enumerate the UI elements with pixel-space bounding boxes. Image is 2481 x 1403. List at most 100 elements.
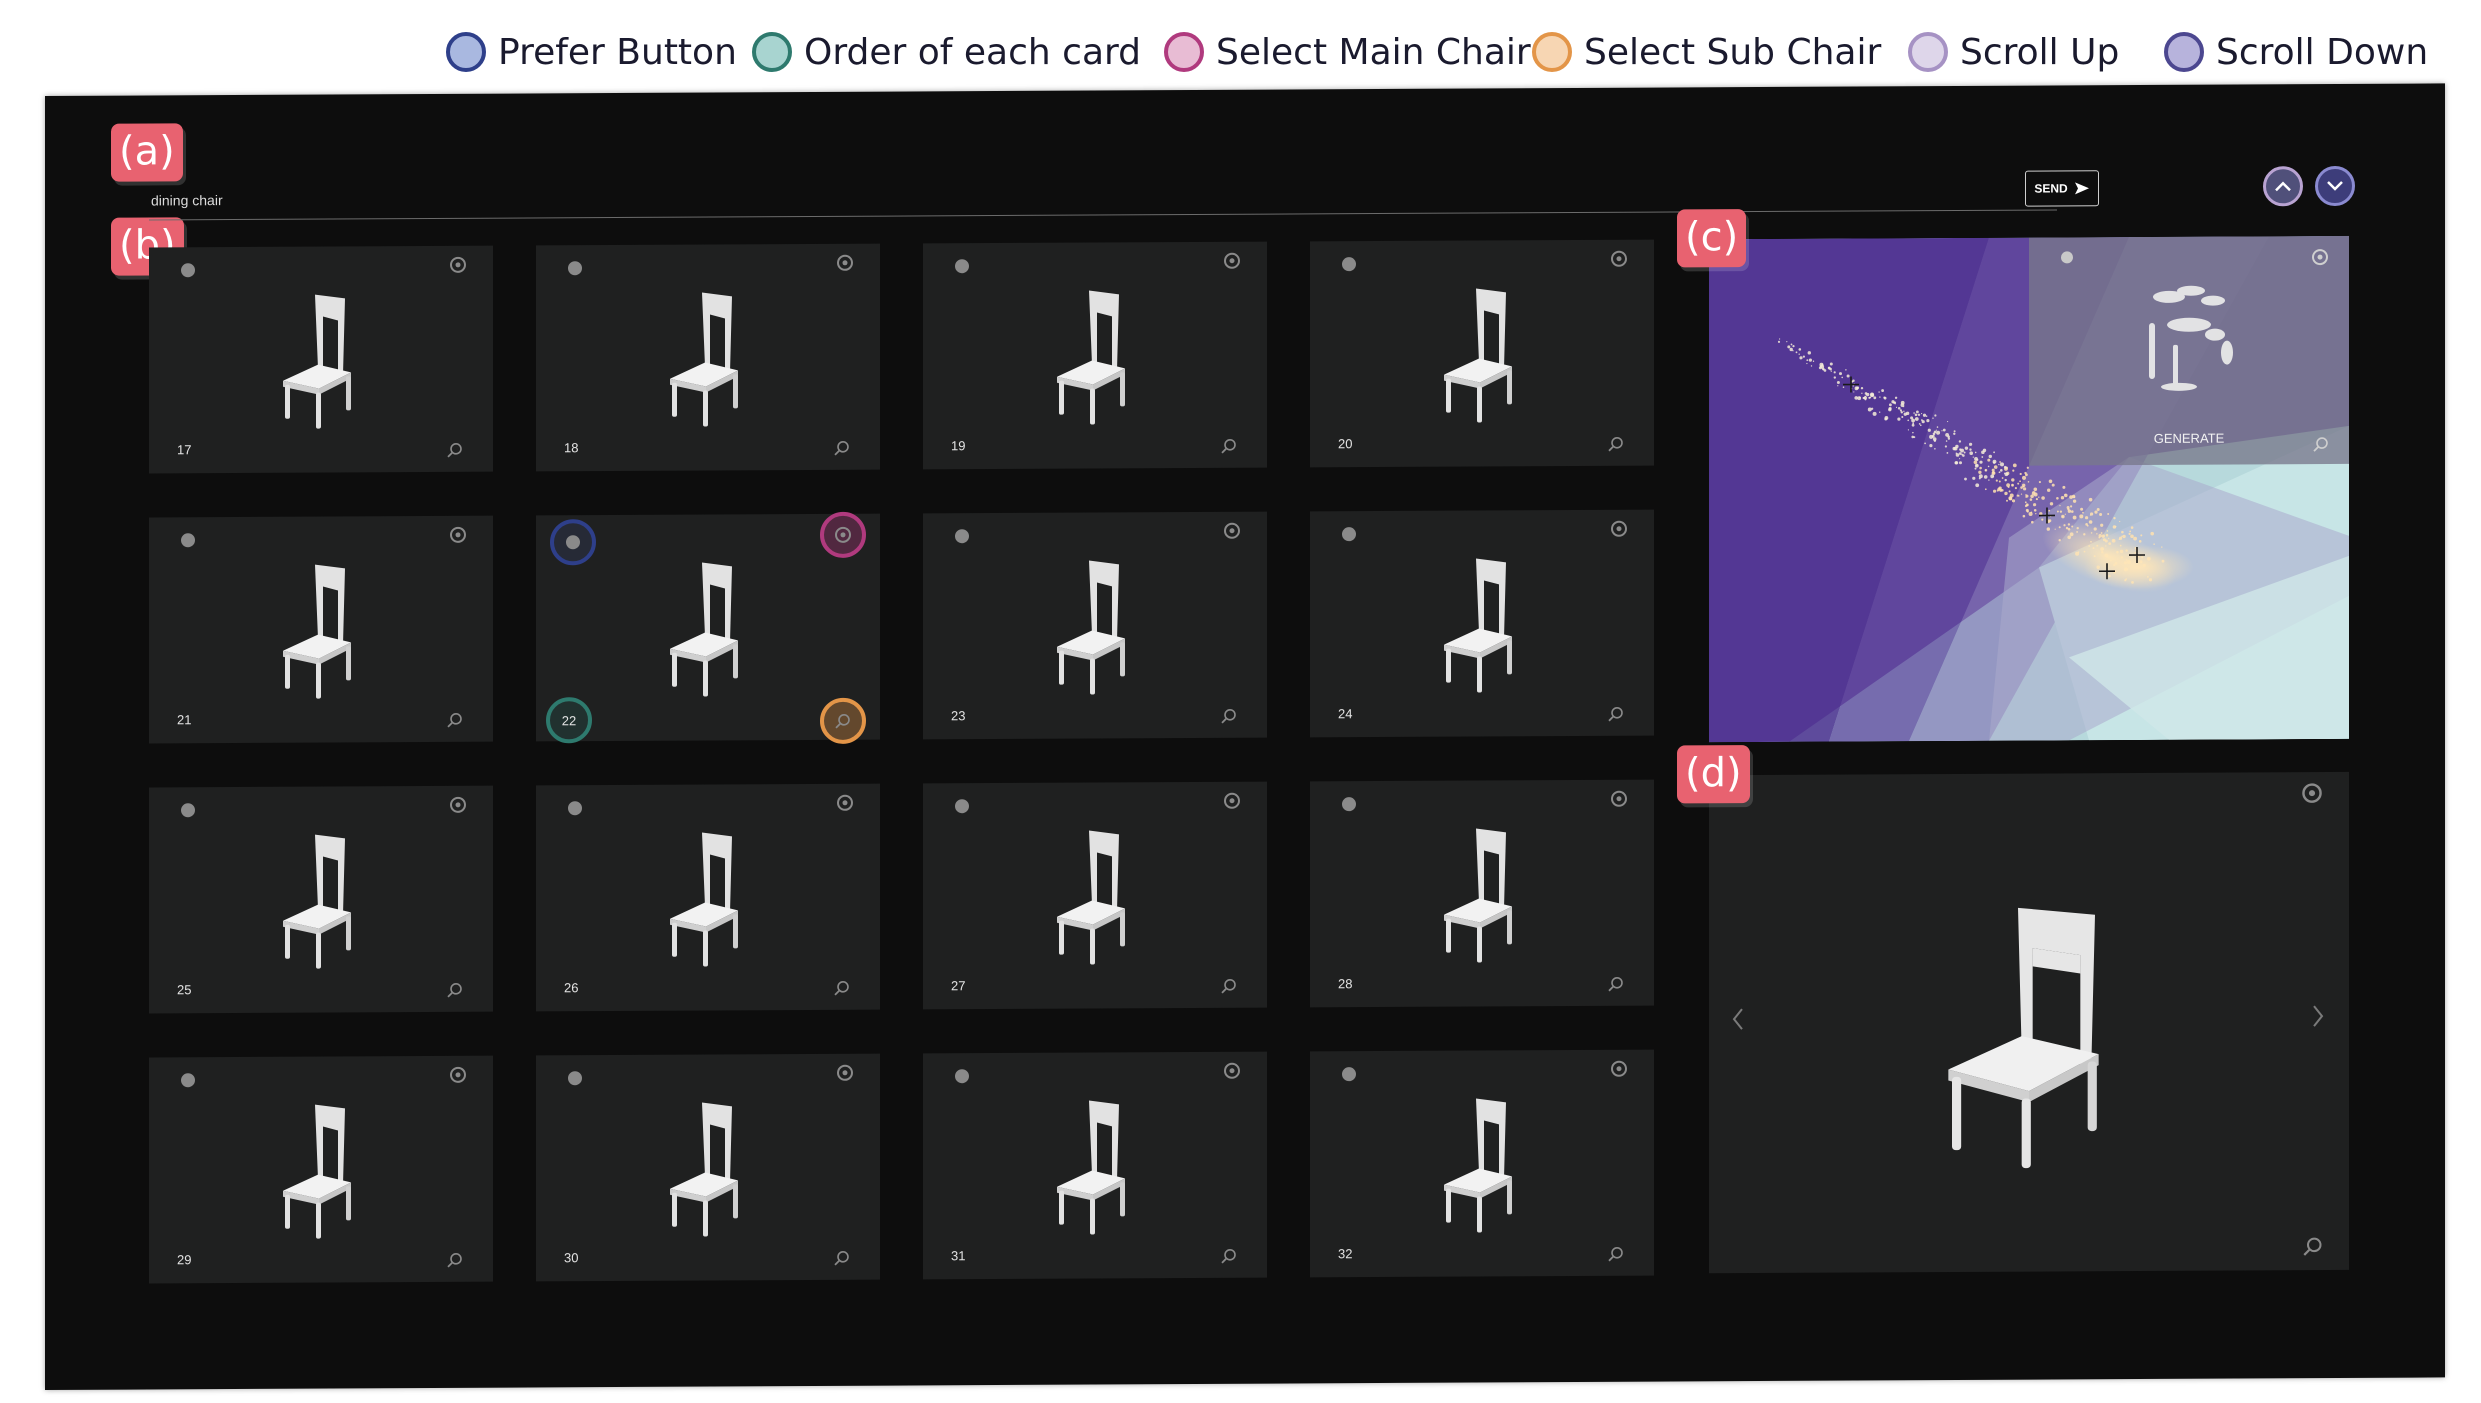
legend-label: Order of each card [804,31,1142,73]
card-number: 26 [564,980,579,996]
prefer-button[interactable] [955,799,969,814]
prefer-button[interactable] [955,1069,969,1084]
select-main-chair-button[interactable] [820,511,866,558]
zoom-icon[interactable] [1221,978,1237,994]
zoom-icon[interactable] [447,712,463,728]
zoom-icon[interactable] [1221,1248,1237,1264]
select-icon[interactable] [1610,250,1628,268]
chevron-left-icon[interactable] [1731,1007,1745,1031]
zoom-icon[interactable] [1221,708,1237,724]
chair-card[interactable]: 24 [1310,509,1654,738]
prefer-button[interactable] [1342,527,1356,542]
zoom-icon[interactable] [447,982,463,998]
chair-card[interactable]: 29 [149,1055,493,1284]
prefer-button[interactable] [181,263,195,278]
zoom-icon[interactable] [1221,438,1237,454]
legend-prefer-button: Prefer Button [446,28,737,76]
select-icon[interactable] [836,254,854,272]
card-number: 25 [177,982,192,998]
card-number: 28 [1338,976,1353,992]
select-icon[interactable] [449,526,467,544]
card-number: 23 [951,708,966,724]
generate-preview[interactable]: GENERATE [2029,235,2349,466]
select-icon[interactable] [1223,792,1241,810]
zoom-icon[interactable] [1608,706,1624,722]
legend-label: Scroll Up [1960,31,2120,73]
chevron-right-icon[interactable] [2311,1004,2325,1028]
prefer-button[interactable] [955,259,969,274]
zoom-icon [835,713,851,729]
select-icon[interactable] [1223,252,1241,270]
latent-space-map[interactable]: GENERATE [1709,235,2349,743]
zoom-icon[interactable] [447,1252,463,1268]
chair-3d-viewer[interactable] [1709,771,2349,1274]
chair-thumbnail [261,824,381,975]
chair-thumbnail [261,554,381,705]
select-icon[interactable] [836,1064,854,1082]
zoom-icon[interactable] [834,1250,850,1266]
chair-card[interactable]: 28 [1310,779,1654,1008]
scroll-down-button[interactable] [2315,165,2355,207]
chair-card[interactable]: 17 [149,245,493,474]
chair-card[interactable]: 31 [923,1051,1267,1280]
search-bar [149,179,2057,221]
chair-thumbnail [1422,1088,1542,1239]
select-icon[interactable] [836,794,854,812]
chair-card[interactable]: 20 [1310,239,1654,468]
zoom-icon[interactable] [834,440,850,456]
chair-thumbnail [1035,280,1155,431]
zoom-icon[interactable] [2313,436,2329,452]
select-sub-chair-button[interactable] [820,697,866,744]
zoom-icon[interactable] [447,442,463,458]
zoom-icon[interactable] [834,980,850,996]
chair-card[interactable]: 32 [1310,1049,1654,1278]
chair-card[interactable]: 30 [536,1053,880,1282]
prefer-button[interactable] [568,261,582,276]
order-legend-icon [752,32,792,72]
legend-label: Scroll Down [2216,31,2429,73]
zoom-icon[interactable] [1608,436,1624,452]
prefer-button[interactable] [1342,1067,1356,1082]
select-icon[interactable] [449,796,467,814]
chair-card[interactable]: 25 [149,785,493,1014]
chair-card[interactable]: 21 [149,515,493,744]
select-icon[interactable] [1610,520,1628,538]
generate-label: GENERATE [2153,430,2225,446]
chair-card[interactable]: 23 [923,511,1267,740]
zoom-icon[interactable] [2303,1236,2323,1256]
prefer-button[interactable] [181,1073,195,1088]
select-icon[interactable] [2311,248,2329,266]
card-number: 24 [1338,706,1353,722]
select-icon[interactable] [1223,1062,1241,1080]
chair-card[interactable]: 26 [536,783,880,1012]
scroll-up-button[interactable] [2263,166,2303,207]
prefer-button[interactable] [1342,797,1356,812]
zoom-icon[interactable] [1608,1246,1624,1262]
prefer-button[interactable] [1342,257,1356,272]
chair-card[interactable]: 19 [923,241,1267,470]
send-button[interactable]: SEND [2025,170,2099,207]
select-icon[interactable] [2301,782,2323,804]
prefer-button-icon[interactable] [2061,251,2073,264]
select-icon[interactable] [449,1066,467,1084]
chair-model-large [1948,907,2099,1169]
card-number: 29 [177,1252,192,1268]
chair-card[interactable]: 22 [536,511,880,744]
prefer-button[interactable] [550,519,596,566]
prefer-button[interactable] [955,529,969,544]
zoom-icon[interactable] [1608,976,1624,992]
select-icon[interactable] [449,256,467,274]
select-icon[interactable] [1610,790,1628,808]
search-input[interactable] [151,180,1851,212]
select-icon[interactable] [1223,522,1241,540]
prefer-button[interactable] [568,1071,582,1086]
select-icon[interactable] [1610,1060,1628,1078]
chair-card[interactable]: 27 [923,781,1267,1010]
prefer-dot-icon [566,535,580,550]
chair-thumbnail [648,552,768,703]
prefer-button[interactable] [181,803,195,818]
prefer-button[interactable] [181,533,195,548]
chair-thumbnail [648,822,768,973]
prefer-button[interactable] [568,801,582,816]
chair-card[interactable]: 18 [536,243,880,472]
